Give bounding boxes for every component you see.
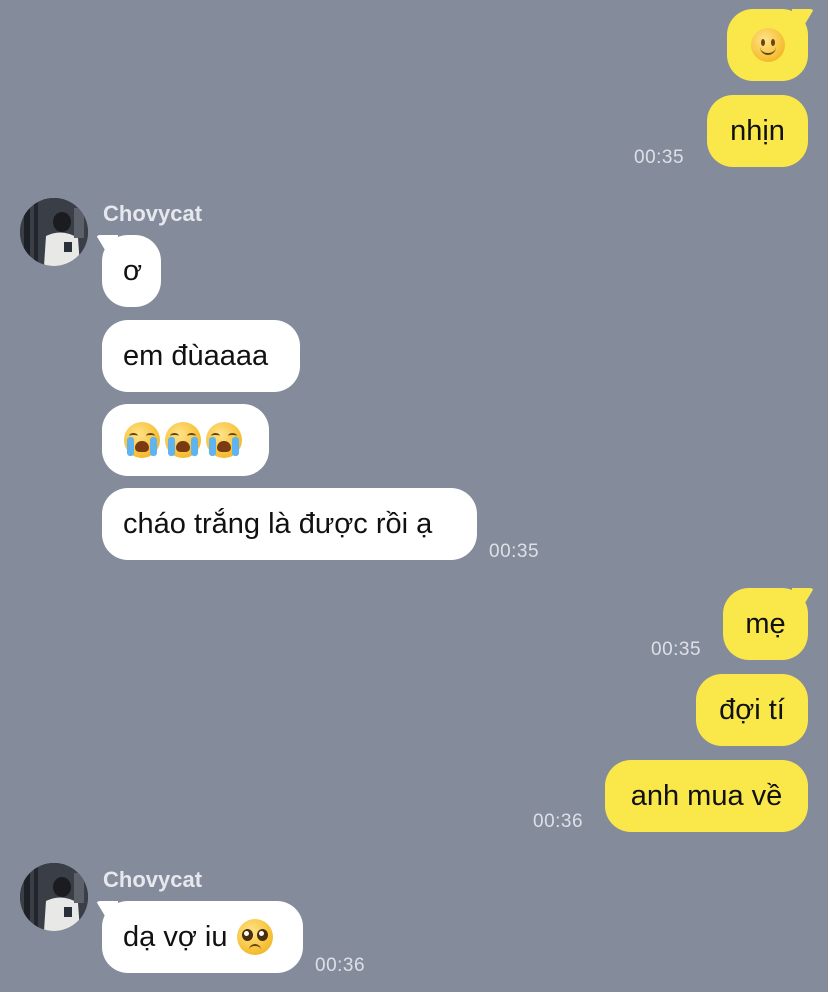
- message-bubble-outgoing[interactable]: mẹ: [723, 588, 808, 660]
- sender-name: Chovycat: [103, 867, 203, 892]
- message-text: nhịn: [730, 114, 785, 147]
- message-bubble-outgoing[interactable]: nhịn: [707, 95, 808, 167]
- message-bubble-outgoing[interactable]: đợi tí: [696, 674, 808, 746]
- loudly-crying-face-icon: [165, 422, 201, 458]
- sender-name: Chovycat: [103, 201, 203, 226]
- message-bubble-incoming[interactable]: dạ vợ iu: [102, 901, 303, 973]
- loudly-crying-face-icon: [124, 422, 160, 458]
- message-timestamp: 00:35: [651, 639, 702, 660]
- message-bubble-outgoing[interactable]: [727, 9, 808, 81]
- avatar[interactable]: [20, 863, 88, 931]
- slightly-smiling-face-icon: [750, 28, 785, 62]
- message-timestamp: 00:35: [489, 541, 540, 562]
- avatar[interactable]: [20, 198, 88, 266]
- message-text: dạ vợ iu: [123, 920, 228, 953]
- message-text: mẹ: [745, 607, 786, 640]
- message-bubble-incoming[interactable]: cháo trắng là được rồi ạ: [102, 488, 477, 560]
- message-timestamp: 00:36: [533, 811, 584, 832]
- message-timestamp: 00:36: [315, 955, 366, 976]
- message-text: đợi tí: [719, 693, 785, 726]
- message-bubble-incoming[interactable]: em đùaaaa: [102, 320, 300, 392]
- message-timestamp: 00:35: [634, 147, 685, 168]
- avatar-photo-icon: [20, 198, 88, 266]
- message-text: anh mua về: [630, 779, 783, 812]
- message-text: cháo trắng là được rồi ạ: [123, 507, 433, 540]
- message-text: em đùaaaa: [123, 339, 269, 372]
- loudly-crying-face-icon: [206, 422, 242, 458]
- message-text: ơ: [123, 254, 143, 287]
- pleading-face-icon: [237, 919, 274, 955]
- message-bubble-outgoing[interactable]: anh mua về: [605, 760, 808, 832]
- message-bubble-incoming[interactable]: ơ: [102, 235, 161, 307]
- message-bubble-incoming[interactable]: [102, 404, 269, 476]
- avatar-photo-icon: [20, 863, 88, 931]
